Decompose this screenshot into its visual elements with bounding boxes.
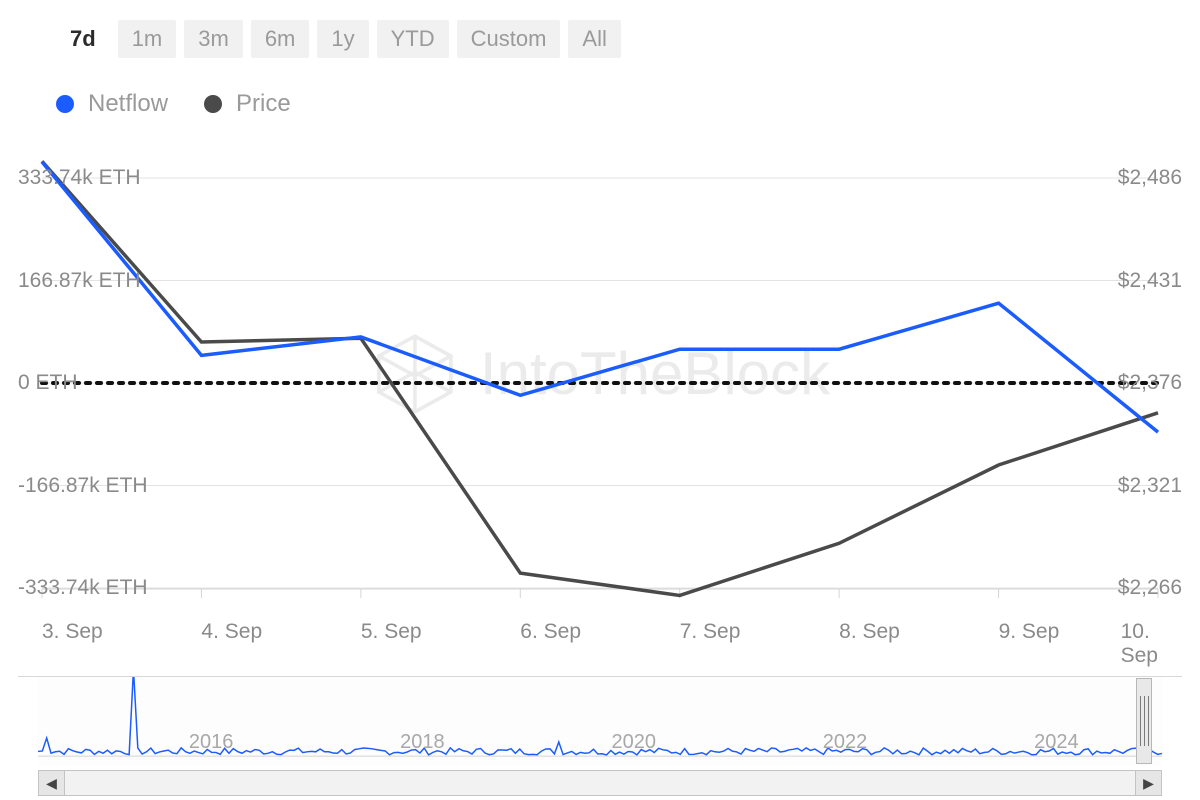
y-left-tick: 0 ETH bbox=[18, 371, 158, 395]
y-right-tick: $2,321 bbox=[1042, 474, 1182, 498]
y-axis-right: $2,486$2,431$2,376$2,321$2,266 bbox=[1042, 158, 1182, 588]
legend-swatch-icon bbox=[204, 95, 222, 113]
legend-item-netflow[interactable]: Netflow bbox=[56, 90, 168, 118]
legend: Netflow Price bbox=[0, 58, 1200, 118]
triangle-right-icon: ▶ bbox=[1143, 775, 1154, 792]
range-tab-bar: 7d 1m 3m 6m 1y YTD Custom All bbox=[0, 0, 1200, 58]
navigator-handle[interactable] bbox=[1136, 678, 1152, 764]
legend-label: Netflow bbox=[88, 90, 168, 118]
range-tab-custom[interactable]: Custom bbox=[457, 20, 561, 58]
y-left-tick: 333.74k ETH bbox=[18, 166, 158, 190]
x-tick: 3. Sep bbox=[42, 620, 103, 644]
triangle-left-icon: ◀ bbox=[46, 775, 57, 792]
x-tick: 6. Sep bbox=[520, 620, 581, 644]
range-tab-1y[interactable]: 1y bbox=[317, 20, 368, 58]
x-tick: 7. Sep bbox=[680, 620, 741, 644]
y-right-tick: $2,486 bbox=[1042, 166, 1182, 190]
x-tick: 10. Sep bbox=[1121, 620, 1158, 668]
y-left-tick: -333.74k ETH bbox=[18, 576, 158, 600]
navigator-plot bbox=[18, 676, 1182, 766]
range-tab-ytd[interactable]: YTD bbox=[377, 20, 449, 58]
x-tick: 9. Sep bbox=[999, 620, 1060, 644]
scroll-left-button[interactable]: ◀ bbox=[39, 771, 65, 795]
scroll-right-button[interactable]: ▶ bbox=[1135, 771, 1161, 795]
x-tick: 8. Sep bbox=[839, 620, 900, 644]
legend-swatch-icon bbox=[56, 95, 74, 113]
legend-label: Price bbox=[236, 90, 291, 118]
range-navigator[interactable]: 20162018202020222024 ◀ ▶ bbox=[18, 676, 1182, 796]
y-left-tick: -166.87k ETH bbox=[18, 474, 158, 498]
y-right-tick: $2,266 bbox=[1042, 576, 1182, 600]
main-chart[interactable]: IntoTheBlock 333.74k ETH166.87k ETH0 ETH… bbox=[18, 158, 1182, 648]
navigator-scrollbar[interactable]: ◀ ▶ bbox=[38, 770, 1162, 796]
chart-plot-area bbox=[18, 158, 1182, 648]
range-tab-7d[interactable]: 7d bbox=[56, 20, 110, 58]
legend-item-price[interactable]: Price bbox=[204, 90, 291, 118]
x-tick: 4. Sep bbox=[201, 620, 262, 644]
y-axis-left: 333.74k ETH166.87k ETH0 ETH-166.87k ETH-… bbox=[18, 158, 158, 588]
y-right-tick: $2,431 bbox=[1042, 269, 1182, 293]
x-tick: 5. Sep bbox=[361, 620, 422, 644]
range-tab-6m[interactable]: 6m bbox=[251, 20, 310, 58]
y-left-tick: 166.87k ETH bbox=[18, 269, 158, 293]
range-tab-1m[interactable]: 1m bbox=[118, 20, 177, 58]
y-right-tick: $2,376 bbox=[1042, 371, 1182, 395]
range-tab-3m[interactable]: 3m bbox=[184, 20, 243, 58]
range-tab-all[interactable]: All bbox=[568, 20, 620, 58]
x-axis: 3. Sep 4. Sep 5. Sep 6. Sep 7. Sep 8. Sep 9. S… bbox=[18, 608, 1182, 648]
